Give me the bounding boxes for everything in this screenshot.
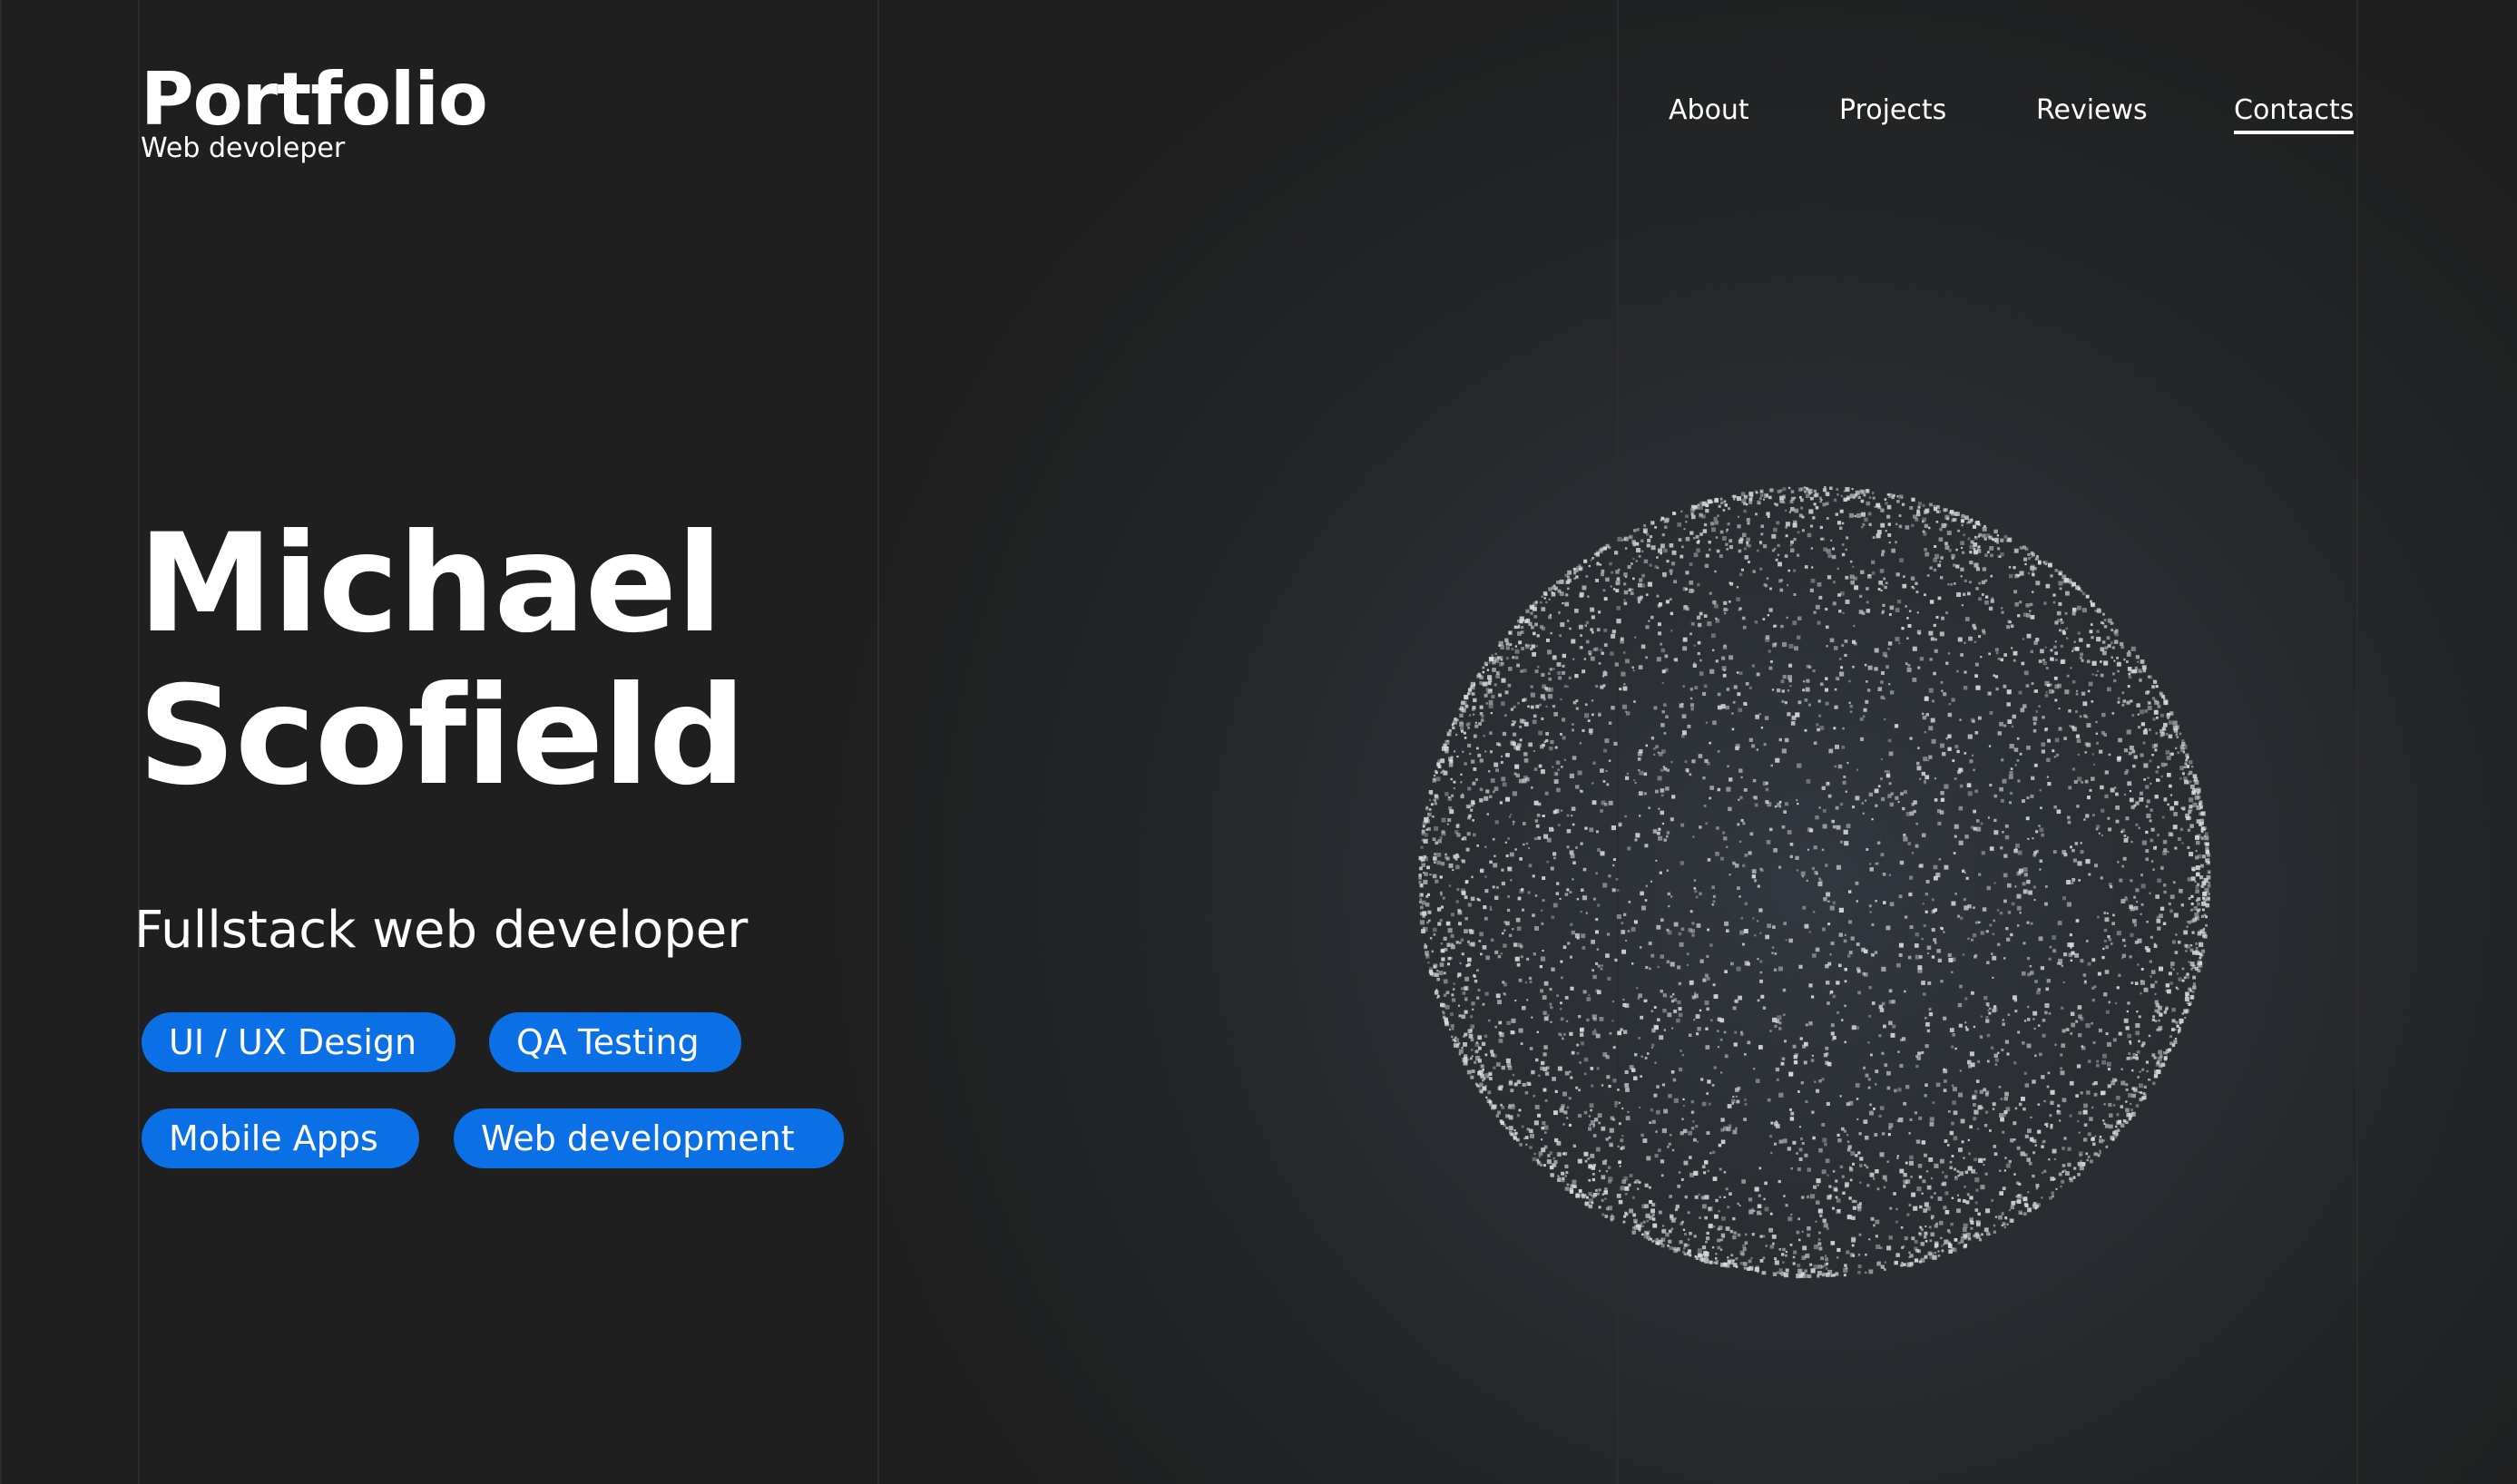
grid-line xyxy=(2356,0,2358,1484)
hero-name: Michael Scofield xyxy=(138,505,746,815)
nav-link-contacts[interactable]: Contacts xyxy=(2234,91,2355,134)
tag-mobile-apps[interactable]: Mobile Apps xyxy=(142,1108,419,1168)
grid-line xyxy=(0,0,2,1484)
tag-ui-ux-design[interactable]: UI / UX Design xyxy=(142,1012,455,1072)
hero-last-name: Scofield xyxy=(138,658,746,815)
tag-web-development[interactable]: Web development xyxy=(454,1108,844,1168)
nav-link-projects[interactable]: Projects xyxy=(1839,91,1946,131)
nav-link-reviews[interactable]: Reviews xyxy=(2036,91,2148,131)
main-nav: About Projects Reviews Contacts xyxy=(0,91,2517,136)
particle-sphere xyxy=(1418,486,2211,1279)
grid-line xyxy=(877,0,879,1484)
hero-first-name: Michael xyxy=(138,505,723,663)
hero-role: Fullstack web developer xyxy=(134,901,749,961)
tag-qa-testing[interactable]: QA Testing xyxy=(489,1012,741,1072)
nav-link-about[interactable]: About xyxy=(1669,91,1749,131)
